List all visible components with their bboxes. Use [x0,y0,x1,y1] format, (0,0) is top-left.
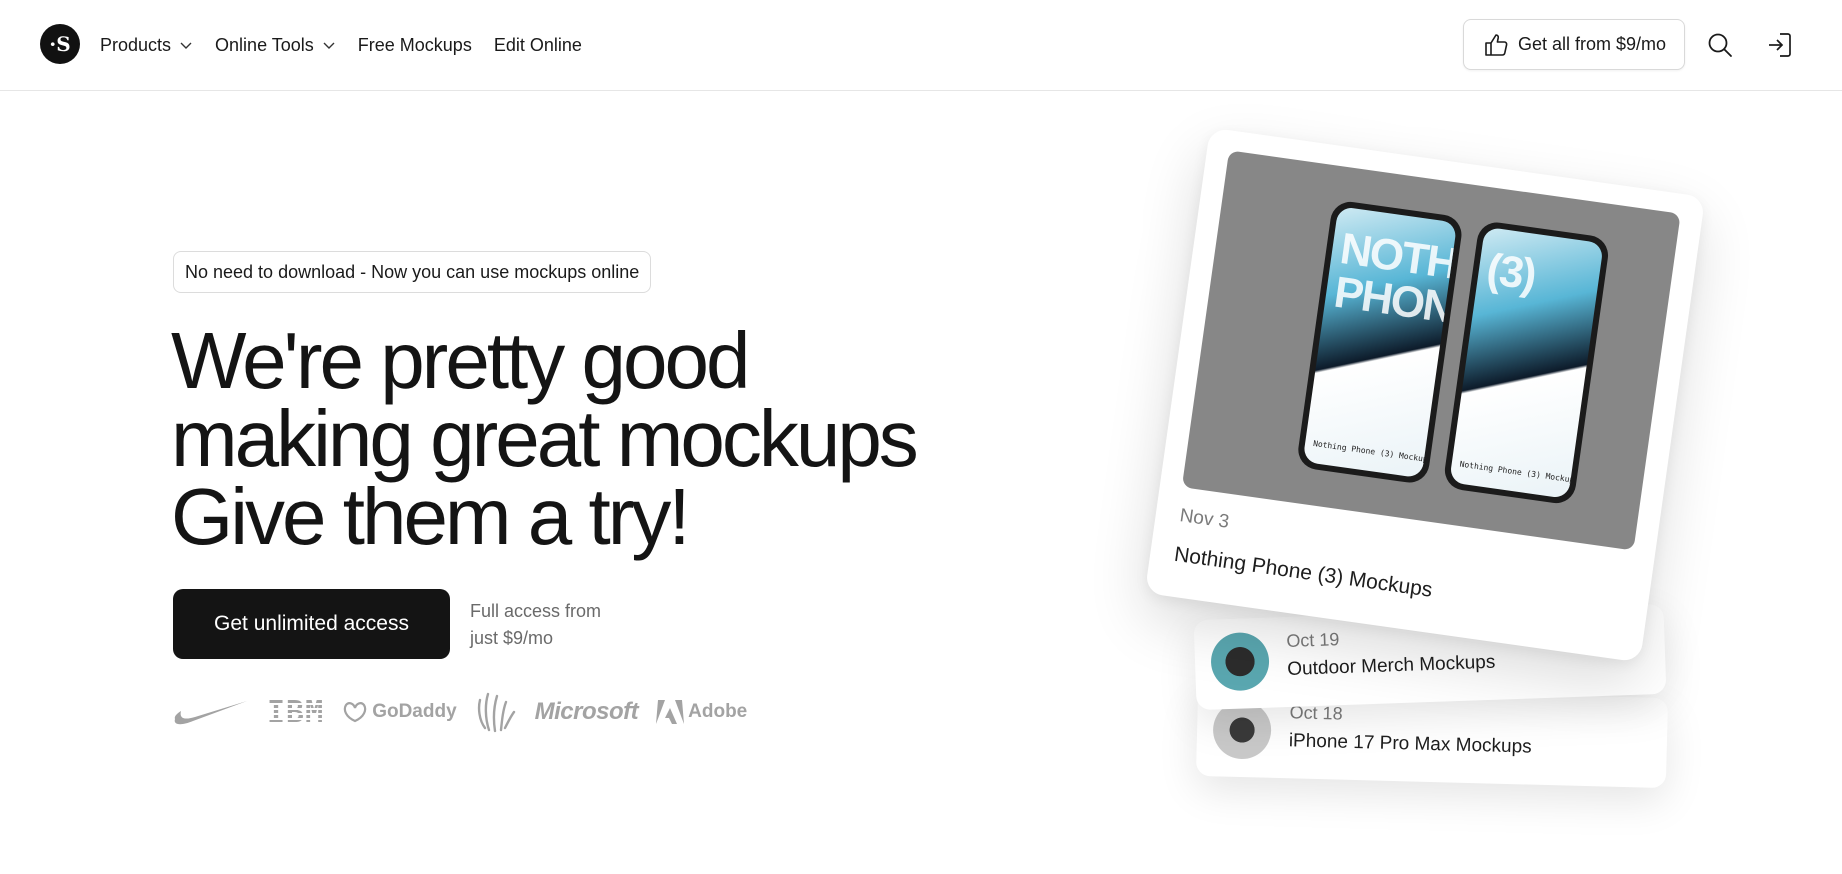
nav-free-mockups[interactable]: Free Mockups [358,35,472,56]
mockup-card-nothing-phone[interactable]: NOTHING PHONE Nothing Phone (3) Mockup (… [1144,127,1706,663]
adobe-mark-icon [656,700,685,724]
phone-screen: NOTHING PHONE Nothing Phone (3) Mockup [1302,206,1458,479]
client-logos: IBM GoDaddy Microsoft Adobe [173,690,747,734]
microsoft-logo: Microsoft [534,698,639,725]
logo[interactable]: ·S [40,24,80,64]
screen-wordmark: NOTHING PHONE [1331,224,1458,337]
nav-products-label: Products [100,34,172,55]
card-title: iPhone 17 Pro Max Mockups [1288,730,1532,758]
nav-free-mockups-label: Free Mockups [357,34,472,55]
phone-mockup: (3) Nothing Phone (3) Mockup [1442,219,1611,506]
chevron-down-icon [323,42,335,49]
nav-online-tools-label: Online Tools [215,34,314,55]
card-title: Nothing Phone (3) Mockups [1172,542,1434,602]
card-image: NOTHING PHONE Nothing Phone (3) Mockup (… [1181,150,1681,551]
screen-caption: Nothing Phone (3) Mockup [1312,438,1429,464]
phone-mockup: NOTHING PHONE Nothing Phone (3) Mockup [1295,199,1465,486]
logo-mark: ·S [49,32,71,56]
headline-line-1: We're pretty good [171,316,750,405]
screen-caption: Nothing Phone (3) Mockup [1459,459,1575,485]
nav-edit-online-label: Edit Online [493,34,582,55]
hero-headline: We're pretty good making great mockups G… [171,316,971,561]
search-icon [1708,33,1732,57]
adobe-wordmark: Adobe [688,701,748,722]
nav-products[interactable]: Products [100,35,193,56]
pricing-note-line-2: just $9/mo [470,628,554,648]
card-title: Outdoor Merch Mockups [1286,651,1496,680]
godaddy-logo: GoDaddy [342,701,457,723]
card-date: Oct 19 [1286,629,1340,651]
adobe-logo: Adobe [656,700,747,724]
screen-wordmark: (3) [1483,244,1538,300]
info-pill: No need to download - Now you can use mo… [173,251,652,293]
nike-logo [173,697,249,727]
pricing-note: Full access from just $9/mo [470,598,650,652]
hand-logo [475,690,517,734]
search-button[interactable] [1705,30,1735,60]
get-all-label: Get all from $9/mo [1517,34,1667,54]
headline-line-2: making great mockups [171,394,919,483]
godaddy-mark-icon [343,702,367,723]
login-icon [1769,33,1791,57]
login-button[interactable] [1764,30,1794,60]
phone-screen: (3) Nothing Phone (3) Mockup [1449,226,1604,499]
ibm-logo: IBM [267,694,325,730]
get-unlimited-access-button[interactable]: Get unlimited access [173,589,450,659]
nav-online-tools[interactable]: Online Tools [215,35,336,56]
pricing-note-line-1: Full access from [470,601,602,621]
thumbs-up-icon [1485,33,1508,56]
site-header: ·S Products Online Tools Free Mockups Ed… [0,0,1842,91]
get-all-button[interactable]: Get all from $9/mo [1463,19,1685,70]
godaddy-wordmark: GoDaddy [372,701,457,722]
card-date: Nov 3 [1178,505,1231,533]
headline-line-3: Give them a try! [171,472,691,561]
nav-edit-online[interactable]: Edit Online [494,35,582,56]
main-nav: Products Online Tools Free Mockups Edit … [100,0,582,90]
card-thumbnail [1210,631,1271,692]
chevron-down-icon [180,42,192,49]
